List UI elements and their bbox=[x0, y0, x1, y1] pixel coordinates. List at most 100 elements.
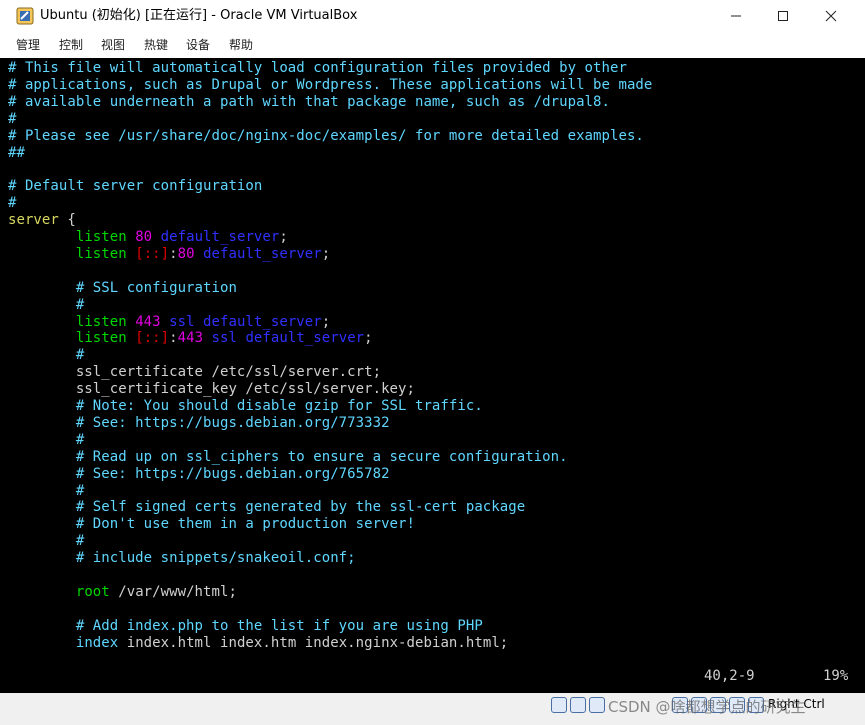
terminal-line: index index.html index.htm index.nginx-d… bbox=[8, 635, 508, 652]
terminal-segment: [::] bbox=[135, 245, 170, 262]
terminal-segment: # Add index.php to the list if you are u… bbox=[8, 617, 483, 634]
terminal-line: # Read up on ssl_ciphers to ensure a sec… bbox=[8, 449, 568, 466]
terminal-segment bbox=[127, 229, 135, 245]
terminal-segment: server bbox=[8, 212, 59, 229]
terminal-segment: # bbox=[8, 533, 85, 550]
terminal-segment: ; bbox=[364, 330, 373, 347]
terminal-line: ssl_certificate /etc/ssl/server.crt; bbox=[8, 364, 381, 381]
terminal-line: # bbox=[8, 297, 84, 314]
terminal-line: # available underneath a path with that … bbox=[8, 94, 610, 111]
window-title: Ubuntu (初始化) [正在运行] - Oracle VM VirtualB… bbox=[40, 8, 358, 23]
terminal-line: # bbox=[8, 347, 84, 364]
terminal-segment: # bbox=[8, 195, 17, 212]
terminal-segment: default_server bbox=[203, 245, 322, 262]
minimize-icon bbox=[731, 15, 741, 17]
terminal-segment: listen bbox=[75, 313, 127, 330]
terminal-segment: ; bbox=[321, 313, 331, 330]
terminal-segment: # Self signed certs generated by the ssl… bbox=[8, 499, 526, 516]
terminal-segment: listen bbox=[75, 229, 127, 245]
terminal-segment: # bbox=[8, 110, 17, 127]
terminal-line: # applications, such as Drupal or Wordpr… bbox=[8, 77, 652, 94]
terminal-segment bbox=[8, 584, 76, 600]
terminal-segment bbox=[161, 314, 169, 330]
terminal-segment bbox=[127, 246, 135, 262]
terminal-segment: 443 bbox=[135, 313, 161, 330]
terminal-line: # Default server configuration bbox=[8, 178, 262, 195]
terminal-segment: # Default server configuration bbox=[8, 178, 263, 195]
terminal-line: # bbox=[8, 111, 16, 128]
minimize-button[interactable] bbox=[713, 0, 759, 32]
terminal-segment: # bbox=[8, 431, 85, 448]
terminal-line: ssl_certificate_key /etc/ssl/server.key; bbox=[8, 381, 415, 398]
terminal-line: # SSL configuration bbox=[8, 280, 237, 297]
terminal-segment: # applications, such as Drupal or Wordpr… bbox=[8, 76, 653, 93]
menu-control[interactable]: 控制 bbox=[59, 32, 83, 58]
optical-drive-icon[interactable] bbox=[570, 697, 586, 713]
terminal-line: # Note: You should disable gzip for SSL … bbox=[8, 398, 483, 415]
menu-manage[interactable]: 管理 bbox=[16, 32, 40, 58]
audio-icon[interactable] bbox=[589, 697, 605, 713]
terminal-line: # See: https://bugs.debian.org/773332 bbox=[8, 415, 390, 432]
terminal-segment: index bbox=[75, 634, 119, 651]
menu-view[interactable]: 视图 bbox=[101, 32, 125, 58]
terminal-segment bbox=[8, 246, 76, 262]
terminal-segment: : bbox=[169, 330, 178, 347]
terminal-segment: root bbox=[75, 583, 110, 600]
terminal-segment: { bbox=[58, 212, 76, 229]
terminal-line: # Self signed certs generated by the ssl… bbox=[8, 499, 525, 516]
terminal-segment: : bbox=[169, 245, 178, 262]
watermark: CSDN @啥都想学点的研究生 bbox=[608, 698, 806, 716]
vm-terminal[interactable]: # This file will automatically load conf… bbox=[0, 58, 865, 693]
terminal-line: # See: https://bugs.debian.org/765782 bbox=[8, 466, 390, 483]
virtualbox-icon bbox=[16, 7, 34, 25]
terminal-segment: # SSL configuration bbox=[8, 279, 237, 296]
terminal-line: server { bbox=[8, 212, 76, 229]
terminal-segment: ## bbox=[8, 144, 25, 161]
terminal-line: # bbox=[8, 533, 84, 550]
terminal-line: # Don't use them in a production server! bbox=[8, 516, 415, 533]
close-button[interactable] bbox=[808, 0, 854, 32]
terminal-segment: index.html index.htm index.nginx-debian.… bbox=[118, 634, 509, 651]
terminal-segment: ssl_certificate_key /etc/ssl/server.key; bbox=[8, 381, 415, 398]
terminal-segment: # Please see /usr/share/doc/nginx-doc/ex… bbox=[8, 127, 644, 144]
terminal-line: # bbox=[8, 432, 84, 449]
terminal-segment: ; bbox=[279, 229, 288, 245]
menu-devices[interactable]: 设备 bbox=[186, 32, 210, 58]
terminal-line: # bbox=[8, 483, 84, 500]
terminal-segment: 443 bbox=[177, 330, 204, 347]
hard-disk-icon[interactable] bbox=[551, 697, 567, 713]
terminal-line: # include snippets/snakeoil.conf; bbox=[8, 550, 356, 567]
menu-help[interactable]: 帮助 bbox=[229, 32, 253, 58]
terminal-segment bbox=[8, 635, 76, 651]
scroll-percent: 19% bbox=[823, 668, 849, 684]
terminal-segment: default_server bbox=[160, 229, 280, 245]
terminal-line: listen 443 ssl default_server; bbox=[8, 314, 330, 331]
maximize-icon bbox=[778, 11, 788, 21]
cursor-position: 40,2-9 bbox=[704, 668, 755, 684]
terminal-line: # Please see /usr/share/doc/nginx-doc/ex… bbox=[8, 128, 644, 145]
maximize-button[interactable] bbox=[760, 0, 806, 32]
title-bar: Ubuntu (初始化) [正在运行] - Oracle VM VirtualB… bbox=[0, 0, 865, 32]
menu-bar: 管理 控制 视图 热键 设备 帮助 bbox=[0, 32, 865, 58]
terminal-segment: ssl default_server bbox=[169, 313, 322, 330]
terminal-segment bbox=[195, 246, 203, 262]
terminal-segment: ssl default_server bbox=[211, 330, 365, 347]
terminal-line: root /var/www/html; bbox=[8, 584, 237, 601]
close-icon bbox=[825, 10, 837, 22]
terminal-line: # Add index.php to the list if you are u… bbox=[8, 618, 483, 635]
terminal-segment bbox=[8, 330, 76, 346]
terminal-segment: 80 bbox=[135, 229, 153, 245]
terminal-segment bbox=[203, 330, 211, 346]
terminal-segment bbox=[8, 314, 76, 330]
terminal-segment: listen bbox=[75, 330, 127, 347]
terminal-segment: [::] bbox=[135, 330, 170, 347]
terminal-segment: # See: https://bugs.debian.org/765782 bbox=[8, 465, 390, 482]
terminal-line: listen [::]:443 ssl default_server; bbox=[8, 330, 373, 347]
terminal-segment: # See: https://bugs.debian.org/773332 bbox=[8, 414, 390, 431]
terminal-line: # This file will automatically load conf… bbox=[8, 60, 627, 77]
terminal-segment: # bbox=[8, 296, 85, 313]
terminal-segment: # This file will automatically load conf… bbox=[8, 60, 627, 76]
terminal-segment bbox=[8, 229, 76, 245]
menu-hotkey[interactable]: 热键 bbox=[144, 32, 168, 58]
terminal-segment: # available underneath a path with that … bbox=[8, 93, 610, 110]
